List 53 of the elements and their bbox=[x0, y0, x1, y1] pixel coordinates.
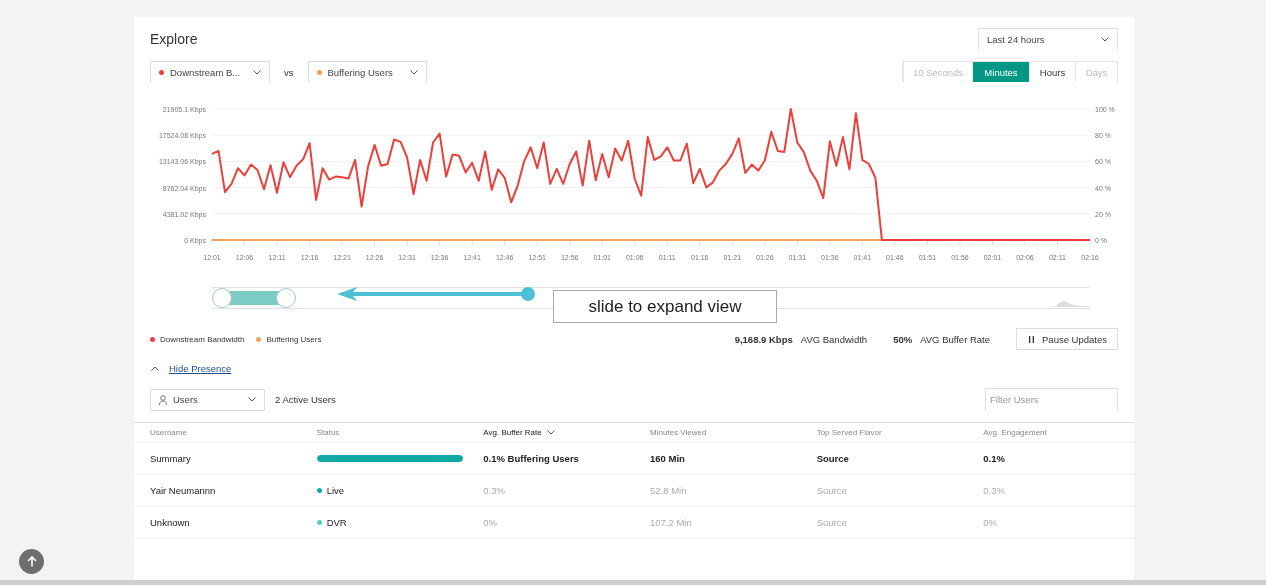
stat-value: 50% bbox=[893, 333, 913, 345]
column-header[interactable]: Username bbox=[150, 428, 187, 437]
column-header[interactable]: Avg. Buffer Rate bbox=[483, 428, 542, 437]
legend-dot bbox=[256, 336, 262, 342]
legend-dot bbox=[150, 336, 155, 342]
column-header[interactable]: Avg. Engagement bbox=[983, 428, 1047, 437]
username-cell: Summary bbox=[150, 453, 191, 464]
username-cell: Unknown bbox=[150, 517, 190, 528]
vs-label: vs bbox=[284, 66, 294, 78]
chevron-up-icon bbox=[151, 366, 159, 371]
table-cell: 107.2 Min bbox=[650, 517, 692, 528]
stat-label: AVG Bandwidth bbox=[800, 333, 868, 345]
stat-value: 9,168.9 Kbps bbox=[734, 333, 793, 345]
pause-button[interactable]: Pause Updates bbox=[1016, 328, 1118, 350]
chevron-down-icon bbox=[1101, 36, 1109, 42]
table-cell: 0.3% bbox=[483, 485, 505, 496]
person-icon bbox=[159, 394, 167, 405]
stat-label: AVG Buffer Rate bbox=[920, 333, 991, 345]
table-cell: Source bbox=[816, 485, 847, 496]
filter-users-field[interactable]: Filter Users bbox=[985, 388, 1118, 411]
table-cell: Source bbox=[816, 517, 847, 528]
legend-label: Downstream Bandwidth bbox=[160, 334, 245, 344]
column-header[interactable]: Top Served Flavor bbox=[816, 428, 882, 437]
page-title: Explore bbox=[150, 31, 198, 47]
time-range-dropdown[interactable]: Last 24 hours bbox=[978, 28, 1118, 50]
table-cell: 0% bbox=[483, 517, 498, 528]
scroll-to-top-button[interactable] bbox=[19, 549, 44, 574]
metric-dropdown[interactable]: Buffering Users bbox=[307, 61, 427, 83]
metric-dropdown[interactable]: Downstream B... bbox=[150, 61, 270, 83]
table-cell: 0% bbox=[983, 517, 998, 528]
legend-label: Buffering Users bbox=[266, 334, 322, 344]
granularity-tab[interactable]: Minutes bbox=[972, 62, 1029, 82]
status-label: Live bbox=[326, 485, 345, 496]
chevron-down-icon bbox=[409, 69, 418, 75]
username-cell: Yair Neumannn bbox=[150, 485, 216, 496]
table-cell: 0.1% Buffering Users bbox=[483, 453, 579, 464]
column-header[interactable]: Status bbox=[316, 428, 340, 437]
table-cell: 160 Min bbox=[650, 453, 685, 464]
table-cell: 52.8 Min bbox=[650, 485, 687, 496]
pause-icon bbox=[1029, 335, 1035, 343]
table-cell: 0.3% bbox=[983, 485, 1005, 496]
active-users-count: 2 Active Users bbox=[275, 394, 336, 405]
arrow-up-icon bbox=[26, 556, 37, 567]
users-dropdown[interactable]: Users bbox=[150, 388, 265, 411]
table-cell: 0.1% bbox=[983, 453, 1005, 464]
chevron-down-icon bbox=[546, 430, 555, 435]
chevron-down-icon bbox=[253, 69, 261, 75]
table-cell: Source bbox=[816, 453, 849, 464]
column-header[interactable]: Minutes Viewed bbox=[650, 428, 707, 437]
hide-presence-link[interactable]: Hide Presence bbox=[169, 363, 232, 374]
status-label: DVR bbox=[326, 517, 347, 528]
chevron-down-icon bbox=[248, 397, 256, 402]
scrollbar[interactable] bbox=[0, 580, 1266, 585]
